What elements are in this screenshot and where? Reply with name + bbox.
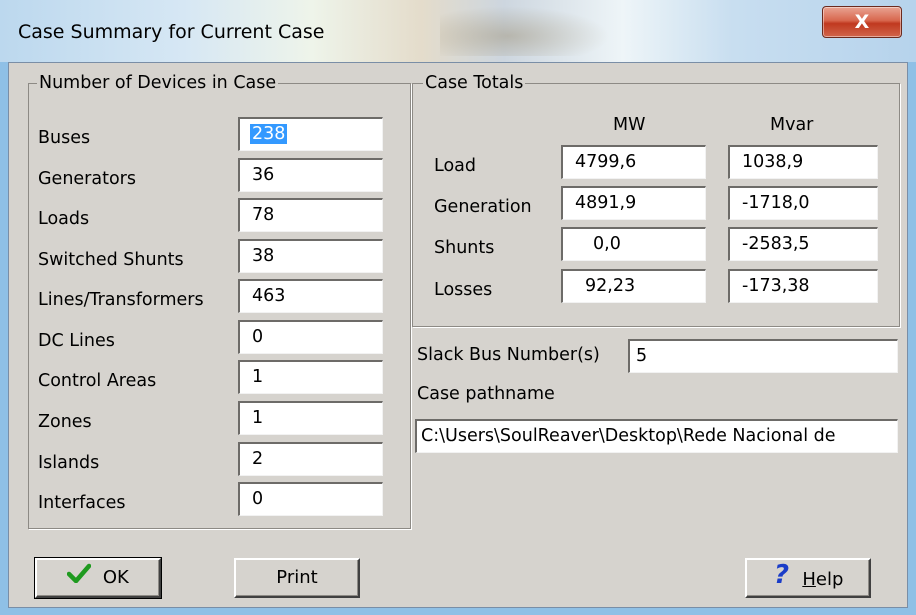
shunts-mw-field[interactable]: 0,0 bbox=[561, 227, 706, 261]
mvar-column-header: Mvar bbox=[770, 115, 814, 135]
svg-text:?: ? bbox=[774, 560, 789, 586]
close-icon: X bbox=[854, 11, 870, 33]
case-pathname-field[interactable]: C:\Users\SoulReaver\Desktop\Rede Naciona… bbox=[415, 419, 898, 453]
buses-label: Buses bbox=[38, 128, 91, 148]
islands-field[interactable]: 2 bbox=[238, 442, 383, 476]
islands-label: Islands bbox=[38, 453, 100, 473]
interfaces-field[interactable]: 0 bbox=[238, 482, 383, 516]
question-mark-icon: ? bbox=[773, 560, 791, 599]
losses-mvar-field[interactable]: -173,38 bbox=[728, 269, 878, 303]
help-button[interactable]: ? Help bbox=[745, 558, 871, 598]
dialog-body: Number of Devices in Case Buses 238 Gene… bbox=[8, 62, 908, 608]
load-mw-field[interactable]: 4799,6 bbox=[561, 145, 706, 179]
generation-mw-field[interactable]: 4891,9 bbox=[561, 186, 706, 220]
control-areas-label: Control Areas bbox=[38, 371, 157, 391]
slack-bus-label: Slack Bus Number(s) bbox=[417, 345, 600, 365]
case-totals-group: Case Totals MW Mvar Load 4799,6 1038,9 G… bbox=[412, 72, 900, 327]
lines-transformers-field[interactable]: 463 bbox=[238, 279, 383, 313]
generators-label: Generators bbox=[38, 169, 136, 189]
ok-button[interactable]: OK bbox=[34, 557, 162, 599]
shunts-total-label: Shunts bbox=[434, 238, 495, 258]
window-title: Case Summary for Current Case bbox=[18, 21, 325, 43]
load-mvar-field[interactable]: 1038,9 bbox=[728, 145, 878, 179]
lines-transformers-label: Lines/Transformers bbox=[38, 290, 204, 310]
mw-column-header: MW bbox=[613, 115, 646, 135]
ok-button-label: OK bbox=[102, 567, 129, 588]
devices-group: Number of Devices in Case Buses 238 Gene… bbox=[28, 72, 411, 529]
help-accelerator: H bbox=[802, 568, 816, 590]
case-totals-legend: Case Totals bbox=[423, 72, 526, 94]
devices-group-legend: Number of Devices in Case bbox=[37, 72, 279, 94]
title-bar[interactable]: Case Summary for Current Case X bbox=[0, 0, 916, 62]
loads-label: Loads bbox=[38, 209, 90, 229]
load-total-label: Load bbox=[434, 156, 476, 176]
shunts-mvar-field[interactable]: -2583,5 bbox=[728, 227, 878, 261]
interfaces-label: Interfaces bbox=[38, 493, 126, 513]
dc-lines-field[interactable]: 0 bbox=[238, 320, 383, 354]
control-areas-field[interactable]: 1 bbox=[238, 360, 383, 394]
zones-field[interactable]: 1 bbox=[238, 401, 383, 435]
help-label-rest: elp bbox=[815, 568, 844, 590]
case-pathname-label: Case pathname bbox=[417, 384, 555, 404]
switched-shunts-label: Switched Shunts bbox=[38, 250, 184, 270]
dialog-window: Case Summary for Current Case X Number o… bbox=[0, 0, 916, 615]
generation-mvar-field[interactable]: -1718,0 bbox=[728, 186, 878, 220]
losses-mw-field[interactable]: 92,23 bbox=[561, 269, 706, 303]
print-button[interactable]: Print bbox=[234, 558, 360, 598]
generation-total-label: Generation bbox=[434, 197, 532, 217]
slack-bus-field[interactable]: 5 bbox=[628, 339, 898, 373]
zones-label: Zones bbox=[38, 412, 92, 432]
switched-shunts-field[interactable]: 38 bbox=[238, 239, 383, 273]
buses-field[interactable]: 238 bbox=[238, 117, 383, 151]
help-button-label: Help bbox=[802, 569, 843, 590]
dc-lines-label: DC Lines bbox=[38, 331, 115, 351]
losses-total-label: Losses bbox=[434, 280, 493, 300]
print-button-label: Print bbox=[276, 567, 318, 588]
close-button[interactable]: X bbox=[822, 6, 902, 38]
loads-field[interactable]: 78 bbox=[238, 198, 383, 232]
generators-field[interactable]: 36 bbox=[238, 158, 383, 192]
check-icon bbox=[66, 560, 92, 596]
buses-value: 238 bbox=[250, 124, 288, 144]
